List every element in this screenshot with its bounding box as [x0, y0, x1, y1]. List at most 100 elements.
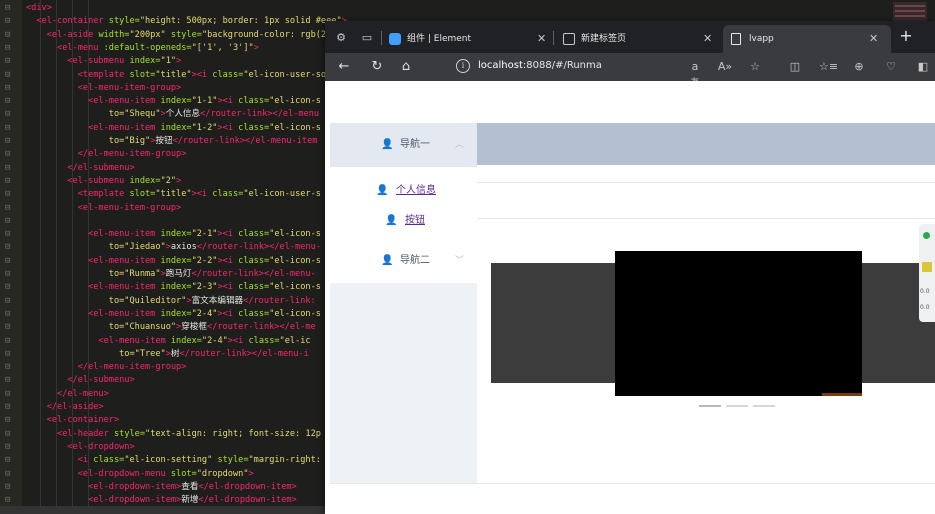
fold-marker-icon[interactable]: ⊟ [5, 216, 15, 227]
fold-marker-icon[interactable]: ⊟ [5, 149, 15, 160]
fold-marker-icon[interactable]: ⊟ [5, 322, 15, 333]
code-line[interactable]: <el-container style="height: 500px; bord… [26, 15, 346, 28]
favorite-star-icon[interactable]: ☆ [747, 59, 763, 75]
code-line[interactable]: <el-menu :default-openeds="['1', '3']"> [26, 42, 259, 55]
fold-marker-icon[interactable]: ⊟ [5, 442, 15, 453]
fold-marker-icon[interactable]: ⊟ [5, 469, 15, 480]
address-bar[interactable]: localhost:8088/#/Runma [478, 60, 602, 71]
code-line[interactable]: <el-menu-item index="2-3"><i class="el-i… [26, 281, 321, 294]
collections-icon[interactable]: ⊕ [851, 59, 867, 75]
code-line[interactable]: </el-aside> [26, 401, 104, 414]
code-line[interactable]: <template slot="title"><i class="el-icon… [26, 69, 373, 82]
code-line[interactable]: to="Jiedao">axios</router-link></el-menu… [26, 241, 321, 254]
code-line[interactable]: <el-container> [26, 414, 119, 427]
fold-marker-icon[interactable]: ⊟ [5, 136, 15, 147]
fold-marker-icon[interactable]: ⊟ [5, 189, 15, 200]
tab-lvapp[interactable]: lvapp ✕ [723, 25, 891, 53]
fold-marker-icon[interactable]: ⊟ [5, 163, 15, 174]
fold-marker-icon[interactable]: ⊟ [5, 349, 15, 360]
code-line[interactable]: </el-menu-item-group> [26, 148, 187, 161]
fold-marker-icon[interactable]: ⊟ [5, 415, 15, 426]
profile-icon[interactable]: ⚙ [333, 30, 349, 46]
fold-marker-icon[interactable]: ⊟ [5, 56, 15, 67]
fold-marker-icon[interactable]: ⊟ [5, 203, 15, 214]
fold-marker-icon[interactable]: ⊟ [5, 229, 15, 240]
fold-marker-icon[interactable]: ⊟ [5, 96, 15, 107]
code-line[interactable]: </el-submenu> [26, 374, 134, 387]
browser-essentials-icon[interactable]: ♡ [883, 59, 899, 75]
tab-close-icon[interactable]: ✕ [869, 25, 878, 53]
fold-marker-icon[interactable]: ⊟ [5, 482, 15, 493]
fold-marker-icon[interactable]: ⊟ [5, 269, 15, 280]
text-size-icon[interactable]: A» [717, 59, 733, 75]
code-line[interactable]: <template slot="title"><i class="el-icon… [26, 188, 321, 201]
fold-marker-icon[interactable]: ⊟ [5, 429, 15, 440]
code-line[interactable]: <el-submenu index="2"> [26, 175, 181, 188]
carousel-indicator[interactable] [699, 405, 721, 407]
code-line[interactable]: <el-menu-item index="1-1"><i class="el-i… [26, 95, 321, 108]
carousel[interactable] [491, 251, 935, 396]
code-line[interactable]: <i class="el-icon-setting" style="margin… [26, 454, 321, 467]
fold-marker-icon[interactable]: ⊟ [5, 3, 15, 14]
fold-marker-icon[interactable]: ⊟ [5, 109, 15, 120]
fold-marker-icon[interactable]: ⊟ [5, 30, 15, 41]
menu-item-profile[interactable]: 👤 个人信息 [330, 175, 477, 207]
fold-marker-icon[interactable]: ⊟ [5, 83, 15, 94]
code-line[interactable]: <el-menu-item index="1-2"><i class="el-i… [26, 122, 321, 135]
split-screen-icon[interactable]: ◫ [787, 59, 803, 75]
code-line[interactable]: to="Tree">树</router-link></el-menu-i [26, 348, 309, 361]
fold-marker-icon[interactable]: ⊟ [5, 256, 15, 267]
floating-side-widget[interactable]: 0.0 0.0 [919, 224, 935, 322]
tab-close-icon[interactable]: ✕ [537, 25, 546, 53]
code-line[interactable]: to="Shequ">个人信息</router-link></el-menu [26, 108, 319, 121]
submenu-nav1[interactable]: 👤 导航一 ︿ [330, 123, 477, 167]
code-line[interactable]: <el-dropdown> [26, 441, 134, 454]
fold-marker-icon[interactable]: ⊟ [5, 242, 15, 253]
code-line[interactable]: <el-menu-item index="2-4"><i class="el-i… [26, 308, 321, 321]
profile-link[interactable]: 个人信息 [396, 175, 436, 207]
submenu-nav2[interactable]: 👤 导航二 ﹀ [330, 239, 477, 283]
code-line[interactable]: <div> [26, 2, 52, 15]
carousel-indicator[interactable] [753, 405, 775, 407]
code-line[interactable]: <el-menu-item index="2-1"><i class="el-i… [26, 228, 321, 241]
read-aloud-icon[interactable]: aあ [687, 59, 703, 89]
fold-marker-icon[interactable]: ⊟ [5, 375, 15, 386]
tab-element[interactable]: 组件 | Element ✕ [389, 25, 559, 53]
favorites-icon[interactable]: ☆≡ [819, 59, 838, 75]
refresh-button[interactable]: ↻ [368, 58, 386, 76]
fold-marker-icon[interactable]: ⊟ [5, 43, 15, 54]
fold-marker-icon[interactable]: ⊟ [5, 336, 15, 347]
code-line[interactable]: <el-menu-item index="2-2"><i class="el-i… [26, 255, 321, 268]
editor-horizontal-scrollbar[interactable] [0, 506, 330, 514]
fold-marker-icon[interactable]: ⊟ [5, 282, 15, 293]
code-line[interactable]: <el-submenu index="1"> [26, 55, 181, 68]
carousel-active-slide[interactable] [615, 251, 862, 396]
new-tab-button[interactable]: + [896, 26, 916, 46]
code-line[interactable]: to="Runma">跑马灯</router-link></el-menu- [26, 268, 316, 281]
code-line[interactable]: to="Chuansuo">穿梭框</router-link></el-me [26, 321, 316, 334]
fold-marker-icon[interactable]: ⊟ [5, 16, 15, 27]
site-info-icon[interactable]: i [456, 59, 470, 73]
code-line[interactable]: <el-dropdown-menu slot="dropdown"> [26, 468, 254, 481]
fold-marker-icon[interactable]: ⊟ [5, 455, 15, 466]
tab-close-icon[interactable]: ✕ [703, 25, 712, 53]
extensions-icon[interactable]: ◧ [915, 59, 931, 75]
fold-marker-icon[interactable]: ⊟ [5, 402, 15, 413]
fold-marker-icon[interactable]: ⊟ [5, 176, 15, 187]
fold-marker-icon[interactable]: ⊟ [5, 362, 15, 373]
code-line[interactable]: <el-menu-item-group> [26, 202, 181, 215]
tab-new-tab-page[interactable]: 新建标签页 ✕ [563, 25, 723, 53]
home-button[interactable]: ⌂ [397, 58, 415, 76]
code-line[interactable]: to="Quileditor">富文本编辑器</router-link: [26, 295, 316, 308]
code-line[interactable]: </el-menu-item-group> [26, 361, 187, 374]
code-line[interactable]: <el-menu-item-group> [26, 82, 181, 95]
fold-marker-icon[interactable]: ⊟ [5, 123, 15, 134]
fold-marker-icon[interactable]: ⊟ [5, 389, 15, 400]
fold-marker-icon[interactable]: ⊟ [5, 296, 15, 307]
code-line[interactable]: </el-submenu> [26, 162, 134, 175]
fold-marker-icon[interactable]: ⊟ [5, 495, 15, 506]
code-line[interactable]: <el-dropdown-item>查看</el-dropdown-item> [26, 481, 297, 494]
button-link[interactable]: 按钮 [405, 205, 425, 237]
workspaces-icon[interactable]: ▭ [359, 30, 375, 46]
code-line[interactable]: <el-menu-item index="2-4"><i class="el-i… [26, 335, 310, 348]
